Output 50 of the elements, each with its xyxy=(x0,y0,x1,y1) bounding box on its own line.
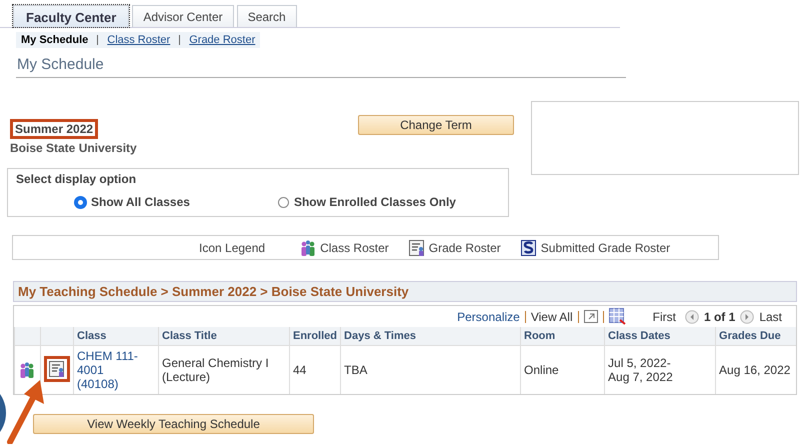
people-icon xyxy=(299,238,318,256)
tab[interactable]: Faculty Center xyxy=(13,5,130,27)
current-page-label[interactable]: My Schedule xyxy=(21,34,88,46)
table-cell: 44 xyxy=(290,346,341,394)
previous-icon[interactable] xyxy=(684,310,699,324)
last-label: Last xyxy=(759,310,782,324)
column-header: Grades Due xyxy=(716,327,796,346)
zoom-icon[interactable] xyxy=(584,310,598,323)
view-schedule-button[interactable]: View Weekly Teaching Schedule xyxy=(33,414,314,434)
column-header: Days & Times xyxy=(340,327,521,346)
radio-button[interactable] xyxy=(75,196,86,208)
page-title: My Schedule xyxy=(16,54,626,78)
link[interactable]: Class Roster xyxy=(107,34,170,46)
column-header: Room xyxy=(520,327,605,346)
tab[interactable]: Advisor Center xyxy=(132,5,234,27)
link[interactable]: Grade Roster xyxy=(189,34,256,46)
legend-title: Icon Legend xyxy=(199,240,266,254)
table-cell: TBA xyxy=(340,346,521,394)
term-name: Summer 2022 xyxy=(10,119,98,139)
personalize-link[interactable]: Personalize xyxy=(457,310,520,324)
column-header: Class Title xyxy=(158,327,290,346)
column-header: Class xyxy=(74,327,158,346)
first-label: First xyxy=(652,310,676,324)
tab[interactable]: Search xyxy=(236,5,297,27)
table-cell-text: Jul 5, 2022-Aug 7, 2022 xyxy=(608,356,674,384)
radio-button[interactable] xyxy=(278,196,289,208)
view-all-link[interactable]: View All xyxy=(530,310,573,324)
column-header: Class Dates xyxy=(604,327,716,346)
legend-label: Submitted Grade Roster xyxy=(540,240,670,254)
document-icon xyxy=(520,238,538,256)
table-cell: Aug 16, 2022 xyxy=(716,346,796,394)
page-count: 1 of 1 xyxy=(704,310,736,324)
column-header: Enrolled xyxy=(290,327,341,346)
next-icon[interactable] xyxy=(740,310,754,324)
option-label: Show All Classes xyxy=(91,195,190,209)
change-term-button[interactable]: Change Term xyxy=(358,115,514,135)
document-icon xyxy=(408,238,426,256)
legend-label: Grade Roster xyxy=(428,240,501,254)
option-label: Show Enrolled Classes Only xyxy=(294,195,456,209)
panel-title: Select display option xyxy=(16,172,138,186)
legend-label: Class Roster xyxy=(320,240,389,254)
people-icon[interactable] xyxy=(18,361,36,379)
table-cell: Online xyxy=(520,346,605,394)
table-cell: General Chemistry I (Lecture) xyxy=(158,346,290,394)
document-icon[interactable] xyxy=(48,360,66,378)
section-header: My Teaching Schedule > Summer 2022 > Boise State University xyxy=(13,281,797,302)
institution-name: Boise State University xyxy=(10,141,137,155)
callout-arrow xyxy=(6,378,46,444)
class-link[interactable]: CHEM 111-4001 (40108) xyxy=(77,349,139,391)
grid-download-icon[interactable] xyxy=(608,308,626,325)
